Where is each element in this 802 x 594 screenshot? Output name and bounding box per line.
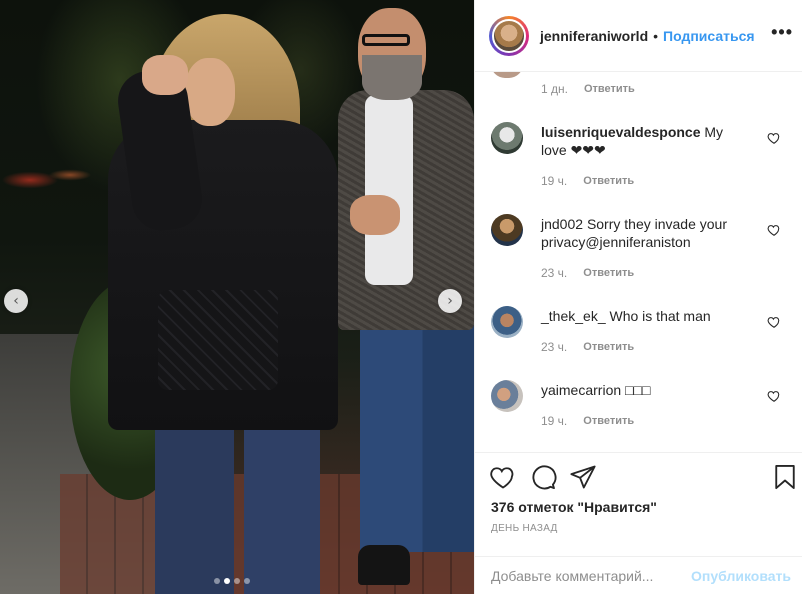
comment-username[interactable]: jnd002	[541, 216, 583, 232]
heart-icon[interactable]	[767, 131, 781, 145]
photo-man-hand	[350, 195, 400, 235]
likes-count[interactable]: 376 отметок "Нравится"	[491, 499, 657, 515]
header-separator: •	[653, 27, 659, 44]
post-photo[interactable]: ‹ ›	[0, 0, 474, 594]
comment-meta: 19 ч. Ответить	[541, 414, 634, 428]
comment-text: jnd002 Sorry they invade your privacy@je…	[541, 215, 751, 251]
photo-man-shirt	[365, 95, 413, 285]
reply-button[interactable]: Ответить	[583, 415, 634, 427]
comment-time: 1 дн.	[541, 82, 568, 96]
comment-meta: 19 ч. Ответить	[541, 174, 634, 188]
comment-body: □□□	[625, 382, 651, 398]
carousel-prev-button[interactable]: ‹	[4, 289, 28, 313]
follow-button[interactable]: Подписаться	[663, 28, 755, 44]
comment-avatar[interactable]	[491, 122, 523, 154]
author-avatar-image	[492, 18, 526, 53]
comment-meta: 23 ч. Ответить	[541, 340, 634, 354]
author-avatar[interactable]	[489, 15, 529, 56]
more-dots-icon[interactable]: •••	[771, 23, 793, 41]
carousel-dot	[224, 578, 230, 584]
comment-avatar[interactable]	[491, 306, 523, 338]
photo-woman-hand	[142, 55, 188, 95]
bookmark-icon[interactable]	[771, 463, 799, 491]
photo-woman-face	[185, 58, 235, 126]
comment-input[interactable]	[491, 567, 691, 584]
photo-handbag	[158, 290, 278, 390]
comment-username[interactable]: luisenriquevaldesponce	[541, 124, 701, 140]
comment-body: Who is that man	[609, 308, 711, 324]
post-actions: 376 отметок "Нравится" день назад	[475, 452, 802, 556]
comment-text: luisenriquevaldesponce My love ❤❤❤	[541, 123, 751, 159]
carousel-dot	[244, 578, 250, 584]
chevron-right-icon: ›	[447, 293, 453, 309]
share-icon[interactable]	[569, 463, 597, 491]
comments-list[interactable]: 1 дн. Ответить luisenriquevaldesponce My…	[475, 72, 802, 452]
reply-button[interactable]: Ответить	[583, 267, 634, 279]
photo-man-glasses	[362, 34, 410, 46]
carousel-indicator	[214, 578, 250, 584]
reply-button[interactable]: Ответить	[583, 341, 634, 353]
publish-button[interactable]: Опубликовать	[691, 568, 791, 584]
comment-username[interactable]: _thek_ek_	[541, 308, 606, 324]
reply-button[interactable]: Ответить	[583, 175, 634, 187]
comment-time: 19 ч.	[541, 414, 568, 428]
post-header: jenniferaniworld • Подписаться •••	[475, 0, 802, 72]
comment-time: 19 ч.	[541, 174, 568, 188]
comment-text: _thek_ek_ Who is that man	[541, 307, 751, 325]
comment-avatar[interactable]	[491, 72, 523, 78]
post-side-panel: jenniferaniworld • Подписаться ••• 1 дн.…	[474, 0, 802, 594]
comment-time: 23 ч.	[541, 340, 568, 354]
comment-username[interactable]: yaimecarrion	[541, 382, 621, 398]
heart-icon[interactable]	[767, 223, 781, 237]
photo-man-shoe	[358, 545, 410, 585]
comment-icon[interactable]	[529, 463, 557, 491]
comment-text: yaimecarrion □□□	[541, 381, 751, 399]
add-comment-bar: Опубликовать	[475, 556, 802, 594]
comment-avatar[interactable]	[491, 380, 523, 412]
carousel-dot	[214, 578, 220, 584]
carousel-next-button[interactable]: ›	[438, 289, 462, 313]
chevron-left-icon: ‹	[13, 293, 19, 309]
reply-button[interactable]: Ответить	[584, 83, 635, 95]
heart-icon[interactable]	[767, 315, 781, 329]
post-timestamp[interactable]: день назад	[491, 523, 558, 534]
comment-meta: 23 ч. Ответить	[541, 266, 634, 280]
comment-avatar[interactable]	[491, 214, 523, 246]
comment-meta: 1 дн. Ответить	[541, 82, 635, 96]
comment-time: 23 ч.	[541, 266, 568, 280]
photo-man-beard	[362, 55, 422, 100]
heart-icon[interactable]	[489, 463, 517, 491]
author-username[interactable]: jenniferaniworld	[540, 28, 648, 44]
carousel-dot	[234, 578, 240, 584]
heart-icon[interactable]	[767, 389, 781, 403]
